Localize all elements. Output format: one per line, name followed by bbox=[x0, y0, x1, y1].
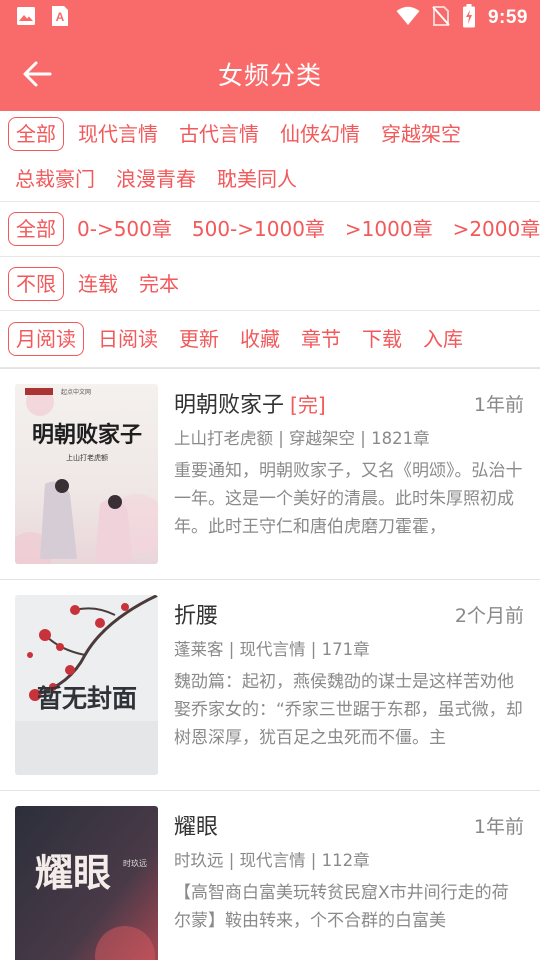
book-description: 重要通知，明朝败家子，又名《明颂》。弘治十一年。这是一个美好的清晨。此时朱厚照初… bbox=[174, 461, 523, 537]
book-meta: 时玖远 | 现代言情 | 112章 bbox=[174, 851, 370, 870]
cover-title: 耀眼 bbox=[35, 850, 111, 895]
book-cover[interactable]: 耀眼 时玖远 bbox=[15, 806, 158, 960]
book-item[interactable]: 耀眼 时玖远 耀眼 1年前 时玖远 | 现代言情 | 112章 【高智商白富美玩… bbox=[0, 791, 540, 960]
book-cover[interactable]: 暂无封面 bbox=[15, 595, 158, 775]
back-arrow-icon bbox=[23, 61, 52, 87]
update-time: 1年前 bbox=[473, 393, 524, 416]
category-chip[interactable]: 浪漫青春 bbox=[109, 163, 203, 195]
book-info: 耀眼 1年前 时玖远 | 现代言情 | 112章 【高智商白富美玩转贫民窟X市井… bbox=[158, 806, 524, 960]
cover-author: 上山打老虎额 bbox=[66, 453, 108, 462]
battery-charging-icon bbox=[462, 4, 476, 32]
app-notification-icon: A bbox=[50, 5, 70, 31]
chapter-chip[interactable]: >1000章 bbox=[338, 213, 440, 245]
update-time: 2个月前 bbox=[454, 604, 524, 627]
sort-chip[interactable]: 下载 bbox=[355, 323, 409, 355]
cover-title: 暂无封面 bbox=[37, 684, 137, 713]
filter-panel: 全部 现代言情 古代言情 仙侠幻情 穿越架空 总裁豪门 浪漫青春 耽美同人 全部… bbox=[0, 111, 540, 368]
sort-chip[interactable]: 月阅读 bbox=[8, 322, 84, 356]
sort-chip[interactable]: 入库 bbox=[416, 323, 470, 355]
book-meta: 蓬莱客 | 现代言情 | 171章 bbox=[174, 640, 370, 659]
category-chip[interactable]: 现代言情 bbox=[71, 118, 165, 150]
book-title: 明朝败家子 bbox=[174, 393, 285, 418]
book-description: 【高智商白富美玩转贫民窟X市井间行走的荷尔蒙】鞍由转来，个不合群的白富美 bbox=[174, 883, 509, 931]
cover-title: 明朝败家子 bbox=[32, 422, 142, 448]
book-title: 折腰 bbox=[174, 604, 219, 629]
book-item[interactable]: 起点中文网 明朝败家子 上山打老虎额 明朝败家子 [完] 1年前 上山打老虎额 … bbox=[0, 369, 540, 580]
chapter-count-filter: 全部 0->500章 500->1000章 >1000章 >2000章 bbox=[0, 202, 540, 257]
category-chip[interactable]: 古代言情 bbox=[172, 118, 266, 150]
chapter-chip[interactable]: 500->1000章 bbox=[185, 213, 332, 245]
image-notification-icon bbox=[16, 6, 36, 30]
update-time: 1年前 bbox=[473, 815, 524, 838]
category-chip[interactable]: 全部 bbox=[8, 117, 64, 151]
wifi-icon bbox=[396, 6, 420, 30]
status-chip[interactable]: 不限 bbox=[8, 266, 64, 301]
no-sim-icon bbox=[432, 5, 450, 31]
category-chip[interactable]: 仙侠幻情 bbox=[273, 118, 367, 150]
sort-filter: 月阅读 日阅读 更新 收藏 章节 下载 入库 bbox=[0, 311, 540, 367]
cover-publisher: 起点中文网 bbox=[61, 388, 91, 396]
book-cover[interactable]: 起点中文网 明朝败家子 上山打老虎额 bbox=[15, 384, 158, 564]
sort-chip[interactable]: 章节 bbox=[294, 323, 348, 355]
book-description: 魏劭篇：起初，燕侯魏劭的谋士是这样苦劝他娶乔家女的：“乔家三世踞于东郡，虽式微，… bbox=[174, 672, 523, 748]
category-chip[interactable]: 穿越架空 bbox=[374, 118, 468, 150]
category-filter: 全部 现代言情 古代言情 仙侠幻情 穿越架空 总裁豪门 浪漫青春 耽美同人 bbox=[0, 111, 540, 202]
sort-chip[interactable]: 日阅读 bbox=[91, 323, 165, 355]
book-info: 折腰 2个月前 蓬莱客 | 现代言情 | 171章 魏劭篇：起初，燕侯魏劭的谋士… bbox=[158, 595, 524, 790]
back-button[interactable] bbox=[14, 52, 60, 96]
book-item[interactable]: 暂无封面 折腰 2个月前 蓬莱客 | 现代言情 | 171章 魏劭篇：起初，燕侯… bbox=[0, 580, 540, 791]
sort-chip[interactable]: 收藏 bbox=[233, 323, 287, 355]
svg-text:A: A bbox=[56, 10, 65, 24]
status-time: 9:59 bbox=[487, 7, 528, 28]
chapter-chip[interactable]: 全部 bbox=[8, 212, 64, 246]
book-meta: 上山打老虎额 | 穿越架空 | 1821章 bbox=[174, 429, 430, 448]
book-list: 起点中文网 明朝败家子 上山打老虎额 明朝败家子 [完] 1年前 上山打老虎额 … bbox=[0, 368, 540, 960]
book-title: 耀眼 bbox=[174, 815, 219, 840]
status-chip[interactable]: 完本 bbox=[132, 268, 186, 300]
page-title: 女频分类 bbox=[217, 60, 322, 90]
toolbar: 女频分类 bbox=[0, 36, 540, 111]
category-chip[interactable]: 总裁豪门 bbox=[8, 163, 102, 195]
sort-chip[interactable]: 更新 bbox=[172, 323, 226, 355]
book-info: 明朝败家子 [完] 1年前 上山打老虎额 | 穿越架空 | 1821章 重要通知… bbox=[158, 384, 524, 579]
app-root: A 9:59 女频分类 全部 现代言情 古代言情 仙侠幻情 穿越架空 总裁豪门 … bbox=[0, 0, 540, 960]
status-chip[interactable]: 连载 bbox=[71, 268, 125, 300]
chapter-chip[interactable]: >2000章 bbox=[446, 213, 540, 245]
status-bar: A 9:59 bbox=[0, 0, 540, 36]
chapter-chip[interactable]: 0->500章 bbox=[70, 213, 179, 245]
category-chip[interactable]: 耽美同人 bbox=[210, 163, 304, 195]
serial-status-filter: 不限 连载 完本 bbox=[0, 257, 540, 311]
cover-author: 时玖远 bbox=[123, 858, 147, 868]
completed-tag: [完] bbox=[290, 392, 326, 417]
